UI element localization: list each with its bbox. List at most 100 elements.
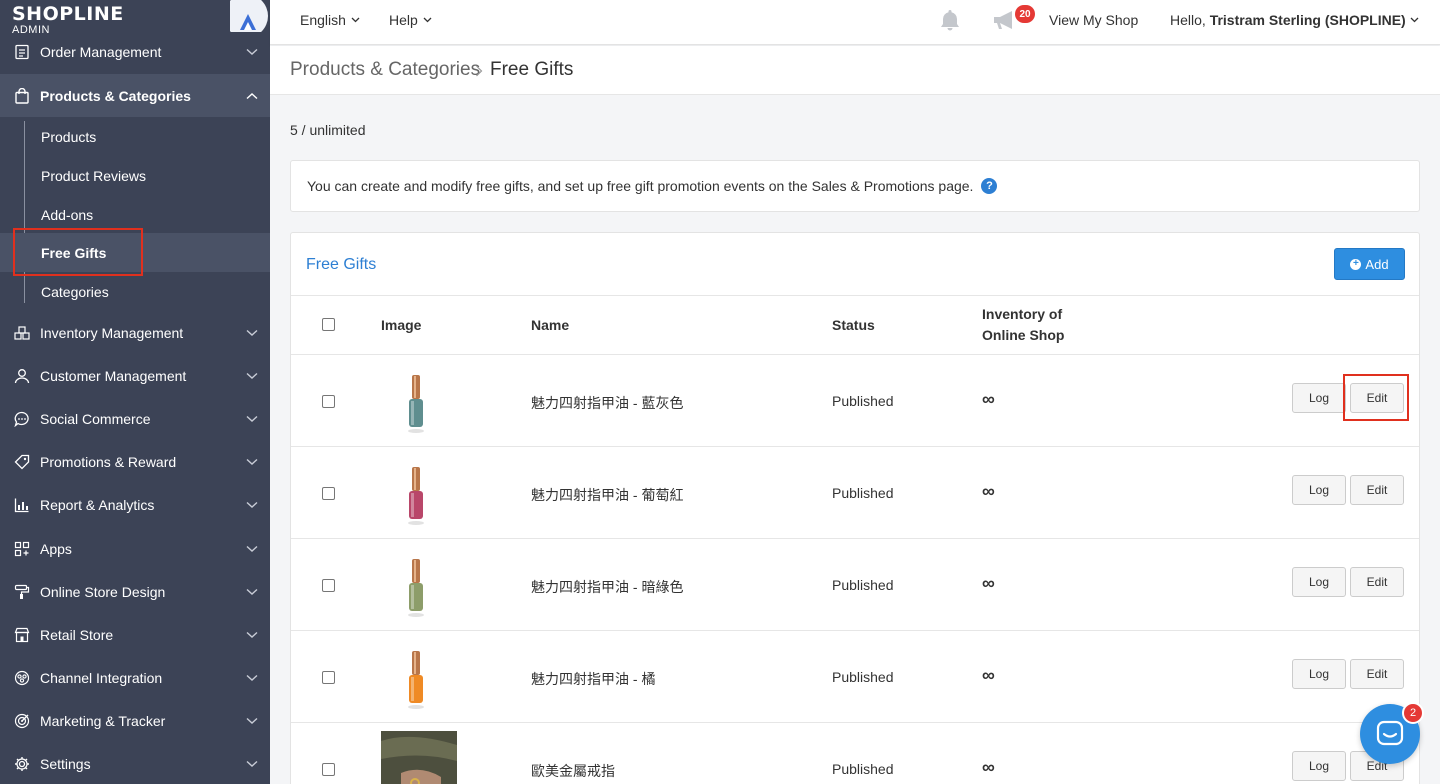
gift-inventory: ∞ <box>982 757 995 777</box>
sidebar-item-retail-store[interactable]: Retail Store <box>0 613 270 656</box>
top-bar: English Help 20 View My Shop Hello, Tris… <box>270 0 1440 45</box>
header-status: Status <box>832 317 875 333</box>
log-button[interactable]: Log <box>1292 475 1346 505</box>
user-icon <box>0 368 40 384</box>
gift-name[interactable]: 魅力四射指甲油 - 橘 <box>531 669 655 689</box>
header-inventory-line2: Online Shop <box>982 327 1065 343</box>
row-checkbox[interactable] <box>322 579 335 592</box>
logo-mountain-icon <box>230 0 268 32</box>
user-menu[interactable]: Hello, Tristram Sterling (SHOPLINE) <box>1170 0 1419 40</box>
sidebar-item-label: Online Store Design <box>40 583 166 600</box>
sidebar-item-label: Channel Integration <box>40 669 163 686</box>
chevron-down-icon <box>234 588 270 596</box>
row-checkbox[interactable] <box>322 671 335 684</box>
chevron-up-icon <box>234 92 270 100</box>
subnav-item-products[interactable]: Products <box>0 117 270 156</box>
table-row: 魅力四射指甲油 - 橘 Published ∞ Log Edit <box>291 631 1419 723</box>
gift-inventory: ∞ <box>982 573 995 593</box>
table-row: 魅力四射指甲油 - 葡萄紅 Published ∞ Log Edit <box>291 447 1419 539</box>
add-button[interactable]: + Add <box>1334 248 1405 280</box>
help-dropdown[interactable]: Help <box>389 0 432 40</box>
select-all-checkbox[interactable] <box>322 318 335 331</box>
row-checkbox[interactable] <box>322 763 335 776</box>
breadcrumb-parent[interactable]: Products & Categories <box>290 59 480 81</box>
edit-button[interactable]: Edit <box>1350 567 1404 597</box>
chat-bubble-icon <box>0 411 40 427</box>
sidebar-item-settings[interactable]: Settings <box>0 742 270 784</box>
product-thumbnail[interactable] <box>406 465 426 527</box>
subnav-item-product-reviews[interactable]: Product Reviews <box>0 156 270 195</box>
sidebar-item-label: Social Commerce <box>40 410 151 427</box>
header-image: Image <box>381 317 422 333</box>
clipboard-icon <box>0 44 40 60</box>
user-name: Tristram Sterling (SHOPLINE) <box>1209 12 1406 28</box>
table-row: 魅力四射指甲油 - 藍灰色 Published ∞ Log Edit <box>291 355 1419 447</box>
view-my-shop-link[interactable]: View My Shop <box>1049 0 1138 40</box>
chevron-down-icon <box>234 501 270 509</box>
target-icon <box>0 713 40 729</box>
product-thumbnail[interactable] <box>406 557 426 619</box>
gift-name[interactable]: 魅力四射指甲油 - 藍灰色 <box>531 393 683 413</box>
log-button[interactable]: Log <box>1292 659 1346 689</box>
help-label: Help <box>389 12 418 28</box>
row-checkbox[interactable] <box>322 395 335 408</box>
sidebar-item-label: Settings <box>40 755 91 772</box>
sidebar: SHOPLINE ADMIN Order Management Products… <box>0 0 270 784</box>
sidebar-item-label: Customer Management <box>40 367 187 384</box>
sidebar-item-marketing-tracker[interactable]: Marketing & Tracker <box>0 699 270 742</box>
header-inventory-line1: Inventory of <box>982 306 1063 322</box>
product-thumbnail[interactable] <box>406 373 426 435</box>
gift-count: 5 / unlimited <box>290 122 366 138</box>
chevron-down-icon <box>351 17 360 23</box>
sidebar-item-label: Promotions & Reward <box>40 453 177 470</box>
row-checkbox[interactable] <box>322 487 335 500</box>
sidebar-item-online-store-design[interactable]: Online Store Design <box>0 570 270 613</box>
sidebar-item-report-analytics[interactable]: Report & Analytics <box>0 483 270 526</box>
sidebar-item-social-commerce[interactable]: Social Commerce <box>0 397 270 440</box>
gift-status: Published <box>832 669 894 685</box>
gift-inventory: ∞ <box>982 481 995 501</box>
chevron-down-icon <box>234 458 270 466</box>
sidebar-item-channel-integration[interactable]: Channel Integration <box>0 656 270 699</box>
table-header: Image Name Status Inventory of Online Sh… <box>291 295 1419 355</box>
info-box: You can create and modify free gifts, an… <box>290 160 1420 212</box>
gift-inventory: ∞ <box>982 389 995 409</box>
boxes-icon <box>0 325 40 340</box>
gift-status: Published <box>832 393 894 409</box>
gift-status: Published <box>832 485 894 501</box>
chevron-down-icon <box>234 674 270 682</box>
product-thumbnail[interactable] <box>406 649 426 711</box>
plus-circle-icon: + <box>1350 258 1362 270</box>
bell-icon[interactable] <box>938 0 962 40</box>
subnav-item-categories[interactable]: Categories <box>0 272 270 311</box>
gift-name[interactable]: 魅力四射指甲油 - 暗綠色 <box>531 577 683 597</box>
log-button[interactable]: Log <box>1292 383 1346 413</box>
chevron-down-icon <box>234 48 270 56</box>
sidebar-item-promotions-reward[interactable]: Promotions & Reward <box>0 440 270 483</box>
gift-status: Published <box>832 577 894 593</box>
gift-name[interactable]: 魅力四射指甲油 - 葡萄紅 <box>531 485 683 505</box>
log-button[interactable]: Log <box>1292 751 1346 781</box>
chevron-down-icon <box>234 329 270 337</box>
log-button[interactable]: Log <box>1292 567 1346 597</box>
sidebar-item-apps[interactable]: Apps <box>0 527 270 570</box>
table-row: 魅力四射指甲油 - 暗綠色 Published ∞ Log Edit <box>291 539 1419 631</box>
integration-icon <box>0 670 40 686</box>
megaphone-icon[interactable] <box>992 0 1020 40</box>
chevron-down-icon <box>234 631 270 639</box>
question-icon[interactable]: ? <box>981 178 998 194</box>
edit-button[interactable]: Edit <box>1350 475 1404 505</box>
chevron-right-icon <box>476 65 483 77</box>
edit-button[interactable]: Edit <box>1350 659 1404 689</box>
language-dropdown[interactable]: English <box>300 0 360 40</box>
product-thumbnail[interactable] <box>381 731 457 784</box>
sidebar-item-label: Inventory Management <box>40 324 184 341</box>
tag-icon <box>0 454 40 470</box>
chevron-down-icon <box>234 372 270 380</box>
sidebar-item-order-management[interactable]: Order Management <box>0 30 270 73</box>
sidebar-item-products-categories[interactable]: Products & Categories <box>0 74 270 117</box>
sidebar-item-customer-management[interactable]: Customer Management <box>0 354 270 397</box>
sidebar-item-inventory-management[interactable]: Inventory Management <box>0 311 270 354</box>
gift-name[interactable]: 歐美金屬戒指 <box>531 761 615 781</box>
gift-status: Published <box>832 761 894 777</box>
